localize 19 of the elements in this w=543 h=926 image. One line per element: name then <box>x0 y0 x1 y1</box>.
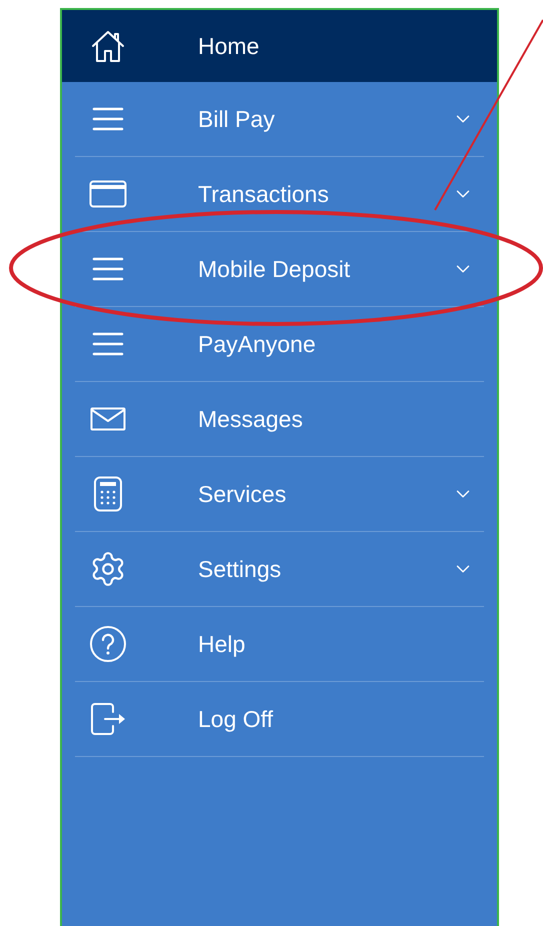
menu-item[interactable]: Log Off <box>75 682 484 757</box>
menu-icon <box>92 257 124 281</box>
calculator-icon <box>93 476 123 512</box>
menu-icon <box>92 107 124 131</box>
card-icon <box>89 180 127 208</box>
menu-item[interactable]: Transactions <box>75 157 484 232</box>
menu-icon <box>92 332 124 356</box>
envelope-icon <box>90 407 126 431</box>
menu-item[interactable]: Home <box>62 10 497 82</box>
menu-item[interactable]: Bill Pay <box>75 82 484 157</box>
menu-item[interactable]: Services <box>75 457 484 532</box>
menu-item[interactable]: Messages <box>75 382 484 457</box>
log-out-icon <box>89 702 127 736</box>
menu-item[interactable]: PayAnyone <box>75 307 484 382</box>
menu-item[interactable]: Mobile Deposit <box>75 232 484 307</box>
menu-item[interactable]: Help <box>75 607 484 682</box>
help-icon <box>89 625 127 663</box>
house-icon <box>90 29 126 63</box>
menu-item[interactable]: Settings <box>75 532 484 607</box>
